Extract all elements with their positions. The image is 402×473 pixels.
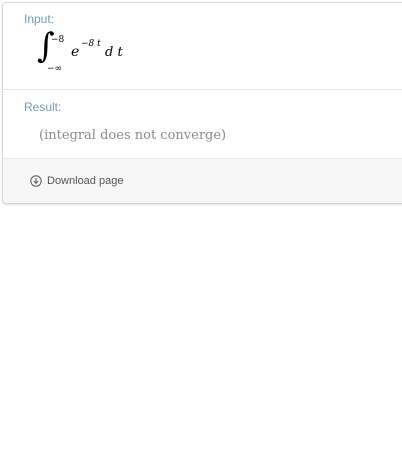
input-formula[interactable]: ∫ −8 −∞ e −8 t d t bbox=[37, 29, 157, 79]
upper-limit: −8 bbox=[51, 35, 65, 45]
result-pod: Result: (integral does not converge) bbox=[3, 89, 402, 158]
integrand-base: e bbox=[71, 44, 80, 60]
input-pod-title: Input: bbox=[24, 12, 55, 26]
download-page-label: Download page bbox=[47, 175, 124, 187]
input-pod: Input: ∫ −8 −∞ e −8 t d t bbox=[3, 3, 402, 89]
result-text[interactable]: (integral does not converge) bbox=[39, 128, 226, 143]
download-circle-icon bbox=[30, 175, 42, 187]
footer-bar: Download page bbox=[3, 158, 402, 203]
integrand-exponent: −8 t bbox=[81, 39, 101, 49]
results-card: Input: ∫ −8 −∞ e −8 t d t Result: (integ… bbox=[2, 2, 402, 204]
differential: d t bbox=[105, 45, 123, 60]
lower-limit: −∞ bbox=[47, 64, 63, 74]
result-pod-title: Result: bbox=[24, 100, 62, 114]
download-page-button[interactable]: Download page bbox=[30, 175, 123, 187]
